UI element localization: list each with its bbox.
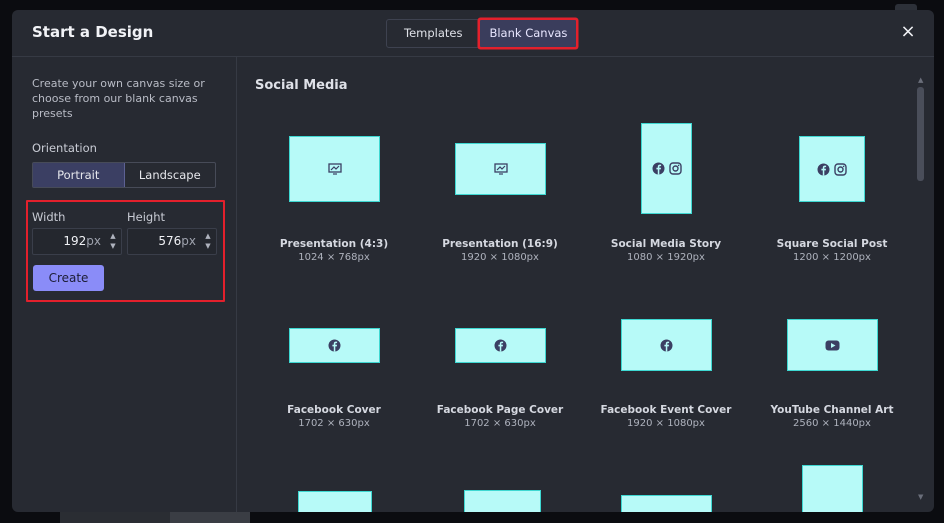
modal-title: Start a Design <box>32 23 154 41</box>
preset-label: YouTube Channel Art <box>770 404 894 416</box>
preset-thumbnail <box>455 328 546 363</box>
width-stepper-icon[interactable]: ▲ ▼ <box>107 231 119 251</box>
orientation-label: Orientation <box>32 141 97 155</box>
presets-panel: Social Media ▲ ▼ Presentation (4:3) 1024… <box>237 57 934 512</box>
scroll-up-icon[interactable]: ▲ <box>918 76 923 84</box>
tab-templates[interactable]: Templates <box>387 20 479 47</box>
facebook-icon <box>660 339 673 351</box>
preset-label: Facebook Cover <box>287 404 381 416</box>
custom-size-panel: Create your own canvas size or choose fr… <box>12 57 237 512</box>
preset-card[interactable]: Facebook Event Cover 1920 × 1080px <box>583 57 749 437</box>
preset-thumbnail <box>289 328 380 363</box>
preset-thumbnail-partial[interactable] <box>464 490 541 512</box>
preset-card[interactable]: Facebook Cover 1702 × 630px <box>251 57 417 437</box>
height-stepper-icon[interactable]: ▲ ▼ <box>202 231 214 251</box>
portrait-button[interactable]: Portrait <box>33 163 125 187</box>
preset-size: 1702 × 630px <box>464 418 536 429</box>
preset-thumbnail <box>621 319 712 371</box>
landscape-button[interactable]: Landscape <box>125 163 216 187</box>
scroll-down-icon[interactable]: ▼ <box>918 493 923 501</box>
close-icon[interactable]: × <box>898 22 918 42</box>
preset-label: Facebook Page Cover <box>436 404 564 416</box>
preset-size: 1920 × 1080px <box>627 418 705 429</box>
preset-card[interactable]: YouTube Channel Art 2560 × 1440px <box>749 57 915 437</box>
preset-thumbnail <box>787 319 878 371</box>
orientation-toggle: Portrait Landscape <box>32 162 216 188</box>
preset-label: Facebook Event Cover <box>600 404 732 416</box>
height-label: Height <box>127 210 166 224</box>
intro-text: Create your own canvas size or choose fr… <box>32 77 205 120</box>
dimensions-box: Width Height 192px ▲ ▼ 576px ▲ ▼ Create <box>26 200 225 302</box>
youtube-icon <box>825 340 840 350</box>
width-value: 192 <box>63 234 87 248</box>
height-input[interactable]: 576px ▲ ▼ <box>127 228 217 255</box>
preset-size: 2560 × 1440px <box>793 418 871 429</box>
width-unit: px <box>86 234 101 248</box>
preset-thumbnail-partial[interactable] <box>621 495 712 512</box>
start-design-modal: Start a Design Templates Blank Canvas × … <box>12 10 934 512</box>
preset-size: 1702 × 630px <box>298 418 370 429</box>
height-value: 576 <box>158 234 182 248</box>
modal-header: Start a Design Templates Blank Canvas × <box>12 10 934 57</box>
preset-thumbnail-partial[interactable] <box>298 491 372 512</box>
preset-card[interactable]: Facebook Page Cover 1702 × 630px <box>417 57 583 437</box>
create-button[interactable]: Create <box>33 265 104 291</box>
preset-thumbnail-partial[interactable] <box>802 465 863 512</box>
tab-group: Templates Blank Canvas <box>386 19 578 48</box>
height-unit: px <box>181 234 196 248</box>
width-label: Width <box>32 210 66 224</box>
facebook-icon <box>494 339 507 352</box>
scrollbar-thumb[interactable] <box>917 87 924 181</box>
tab-blank-canvas[interactable]: Blank Canvas <box>480 20 577 47</box>
facebook-icon <box>328 339 341 352</box>
width-input[interactable]: 192px ▲ ▼ <box>32 228 122 255</box>
